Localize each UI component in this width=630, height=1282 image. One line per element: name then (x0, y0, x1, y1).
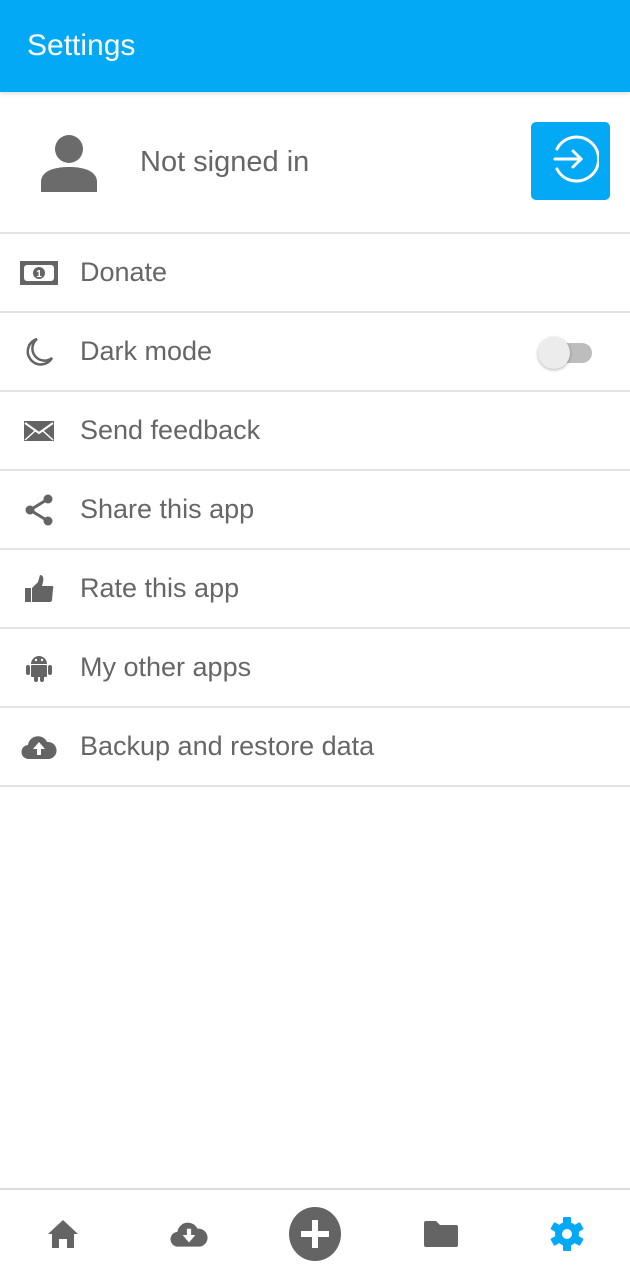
nav-downloads[interactable] (159, 1206, 219, 1266)
menu-item-backup[interactable]: Backup and restore data (0, 708, 630, 787)
menu-item-dark-mode[interactable]: Dark mode (0, 313, 630, 392)
nav-settings[interactable] (537, 1206, 597, 1266)
gear-icon (550, 1216, 584, 1256)
bottom-navigation (0, 1188, 630, 1282)
menu-item-rate[interactable]: Rate this app (0, 550, 630, 629)
menu-item-send-feedback[interactable]: Send feedback (0, 392, 630, 471)
menu-item-other-apps[interactable]: My other apps (0, 629, 630, 708)
toggle-thumb (538, 337, 570, 369)
cloud-upload-icon (20, 730, 58, 764)
menu-item-label: Donate (80, 257, 168, 287)
menu-item-label: My other apps (80, 652, 252, 682)
account-section: Not signed in (0, 92, 630, 234)
nav-home[interactable] (33, 1206, 93, 1266)
home-icon (47, 1219, 79, 1254)
dark-mode-toggle[interactable] (538, 337, 594, 369)
page-title: Settings (27, 29, 136, 62)
moon-icon (20, 335, 58, 369)
menu-item-label: Send feedback (80, 415, 261, 445)
menu-item-label: Dark mode (80, 336, 213, 366)
login-arrow-icon (543, 131, 600, 192)
user-avatar-icon (40, 134, 98, 192)
app-bar: Settings (0, 0, 630, 92)
nav-files[interactable] (411, 1206, 471, 1266)
svg-text:1: 1 (36, 269, 42, 280)
menu-item-label: Rate this app (80, 573, 240, 603)
envelope-icon (20, 414, 58, 448)
plus-circle-icon (288, 1206, 342, 1266)
nav-add[interactable] (285, 1206, 345, 1266)
cloud-download-icon (170, 1220, 208, 1253)
share-icon (20, 493, 58, 527)
sign-in-button[interactable] (531, 122, 610, 200)
android-icon (20, 651, 58, 685)
menu-item-label: Share this app (80, 494, 255, 524)
folder-icon (423, 1220, 459, 1253)
menu-item-donate[interactable]: 1 Donate (0, 234, 630, 313)
menu-item-label: Backup and restore data (80, 731, 375, 761)
settings-menu: 1 Donate Dark mode Send feedback Share t… (0, 234, 630, 787)
money-bill-icon: 1 (20, 256, 58, 290)
thumbs-up-icon (20, 572, 58, 606)
menu-item-share[interactable]: Share this app (0, 471, 630, 550)
sign-in-status: Not signed in (140, 146, 310, 178)
